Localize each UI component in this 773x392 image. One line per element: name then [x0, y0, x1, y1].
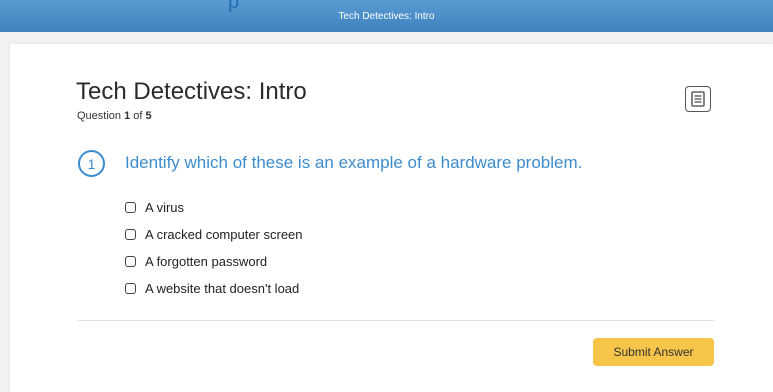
answer-choice[interactable]: A forgotten password: [125, 248, 303, 275]
divider: [77, 320, 715, 321]
question-number-badge: 1: [78, 150, 105, 177]
answer-choice-label: A cracked computer screen: [145, 227, 303, 242]
checkbox[interactable]: [125, 229, 136, 240]
question-text: Identify which of these is an example of…: [125, 153, 583, 172]
answer-choice-label: A website that doesn't load: [145, 281, 300, 296]
question-number: 1: [87, 155, 96, 172]
answer-choice[interactable]: A virus: [125, 194, 303, 221]
answer-choice-label: A forgotten password: [145, 254, 268, 269]
quiz-card: Tech Detectives: Intro Question 1 of 5 1…: [10, 44, 773, 392]
question-counter-of: of: [130, 110, 146, 122]
header-title: Tech Detectives: Intro: [338, 10, 435, 22]
checkbox[interactable]: [125, 202, 136, 213]
notes-icon: [691, 91, 705, 107]
notes-button[interactable]: [685, 86, 711, 112]
answer-choice[interactable]: A website that doesn't load: [125, 275, 303, 302]
quiz-title: Tech Detectives: Intro: [76, 78, 307, 105]
answer-choice[interactable]: A cracked computer screen: [125, 221, 303, 248]
top-header-bar: p Tech Detectives: Intro: [0, 0, 773, 32]
question-counter-prefix: Question: [77, 110, 125, 122]
submit-answer-button[interactable]: Submit Answer: [593, 338, 714, 366]
checkbox[interactable]: [125, 256, 136, 267]
cut-off-header-glyph: p: [228, 0, 240, 13]
question-counter-total: 5: [145, 110, 152, 122]
answer-choices: A virus A cracked computer screen A forg…: [125, 194, 303, 302]
checkbox[interactable]: [125, 283, 136, 294]
answer-choice-label: A virus: [145, 200, 185, 215]
question-counter: Question 1 of 5: [77, 110, 152, 122]
